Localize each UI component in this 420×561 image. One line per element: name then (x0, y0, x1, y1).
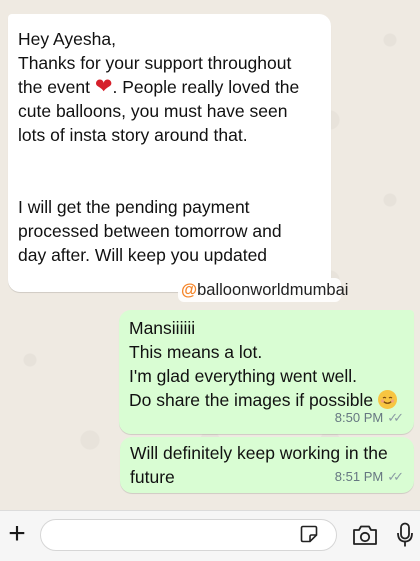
red-heart-icon: ❤ (94, 75, 113, 98)
message-line: This means a lot. (129, 342, 263, 362)
message-meta: 8:50 PM ✓✓ (335, 406, 404, 430)
chat-area: Hey Ayesha, Thanks for your support thro… (0, 0, 420, 510)
camera-icon[interactable] (352, 524, 378, 546)
instagram-handle-watermark: @balloonworldmumbai (178, 278, 348, 302)
incoming-message-bubble[interactable]: Hey Ayesha, Thanks for your support thro… (8, 14, 331, 292)
message-line: I'm glad everything went well. (129, 366, 358, 386)
message-line: Thanks for your support throughout (18, 53, 292, 73)
message-line: . People really loved the (112, 77, 300, 97)
outgoing-message-bubble[interactable]: Mansiiiiii This means a lot. I'm glad ev… (119, 310, 414, 434)
message-line: cute balloons, you must have seen (18, 101, 288, 121)
message-input-bar: + (0, 510, 420, 561)
double-check-icon: ✓✓ (387, 410, 404, 425)
message-line: the event (18, 77, 95, 97)
message-line: future (130, 467, 175, 487)
message-input[interactable] (40, 519, 337, 551)
instagram-handle: balloonworldmumbai (197, 281, 349, 299)
outgoing-message-text: Mansiiiiii This means a lot. I'm glad ev… (129, 316, 398, 412)
double-check-icon: ✓✓ (387, 469, 404, 484)
message-meta: 8:51 PM ✓✓ (335, 465, 404, 489)
sticker-icon[interactable] (300, 525, 318, 543)
message-line: Hey Ayesha, (18, 29, 116, 49)
message-line: Mansiiiiii (129, 318, 196, 338)
message-line: I will get the pending payment (18, 197, 250, 217)
at-symbol: @ (181, 281, 198, 299)
incoming-message-text: Hey Ayesha, Thanks for your support thro… (18, 27, 323, 267)
message-line: processed between tomorrow and (18, 221, 282, 241)
message-time: 8:51 PM (334, 469, 384, 484)
message-line: day after. Will keep you updated (18, 245, 268, 265)
microphone-icon[interactable] (396, 522, 414, 548)
message-line: lots of insta story around that. (18, 125, 248, 145)
outgoing-message-bubble[interactable]: Will definitely keep working in the futu… (120, 437, 414, 493)
plus-icon[interactable]: + (4, 519, 30, 549)
message-line: Will definitely keep working in the (130, 443, 388, 463)
message-time: 8:50 PM (334, 410, 384, 425)
